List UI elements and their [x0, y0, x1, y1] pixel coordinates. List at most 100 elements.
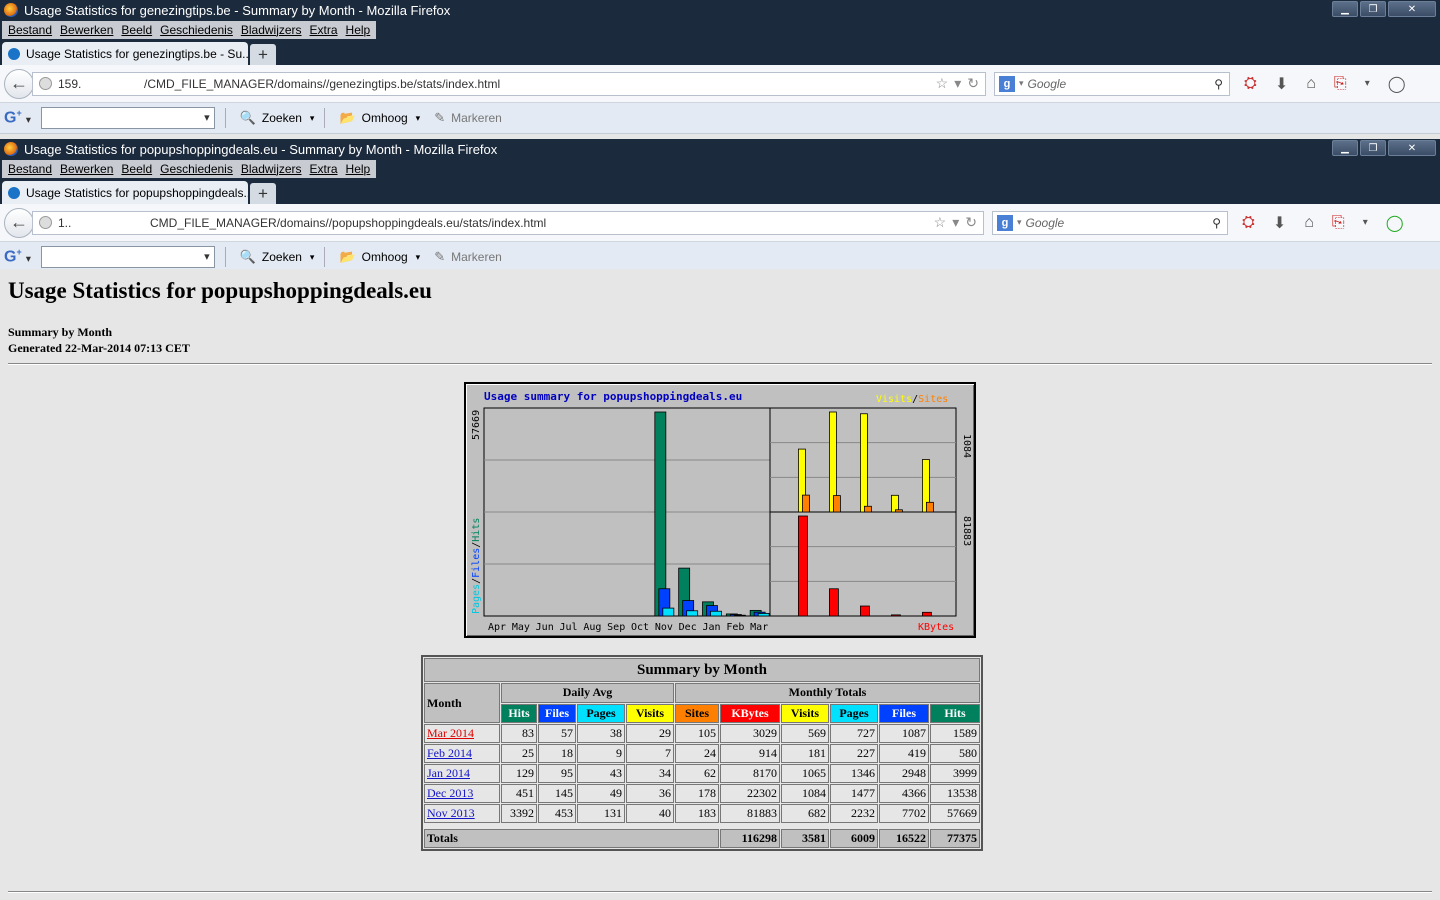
profile-icon[interactable]: ⛭: [1242, 214, 1255, 232]
restore-button[interactable]: ❐: [1360, 1, 1386, 17]
folder-up-icon: 📂: [339, 249, 356, 264]
pdf-icon[interactable]: ⎘: [1332, 214, 1345, 232]
new-tab-button[interactable]: +: [250, 183, 276, 204]
table-cell: 183: [675, 804, 719, 823]
search-input[interactable]: g ▾ Google ⚲: [994, 71, 1230, 96]
table-cell: 95: [538, 764, 576, 783]
pdf-icon[interactable]: ⎘: [1334, 75, 1347, 93]
bookmark-star-icon[interactable]: ☆: [936, 75, 949, 92]
menu-item-bewerken[interactable]: Bewerken: [56, 23, 117, 37]
menu-bar: Bestand Bewerken Beeld Geschiedenis Bladwijz…: [0, 159, 1440, 179]
close-button[interactable]: ✕: [1388, 140, 1436, 156]
table-cell: 29: [626, 724, 674, 743]
chevron-down-icon[interactable]: ▾: [1365, 78, 1370, 89]
reload-icon[interactable]: ↻: [967, 75, 979, 92]
x-tick-label: Sep: [607, 622, 625, 633]
search-icon[interactable]: ⚲: [1212, 216, 1221, 230]
search-placeholder: Google: [1027, 76, 1067, 91]
table-cell: 3029: [720, 724, 780, 743]
month-link[interactable]: Nov 2013: [427, 806, 475, 820]
window-title: Usage Statistics for genezingtips.be - S…: [24, 2, 451, 18]
table-cell: 7702: [879, 804, 929, 823]
mark-button[interactable]: ✎ Markeren: [434, 110, 502, 126]
menu-item-help[interactable]: Help: [342, 162, 375, 176]
menu-item-bewerken[interactable]: Bewerken: [56, 162, 117, 176]
google-search-combo[interactable]: [40, 107, 215, 129]
month-link[interactable]: Feb 2014: [427, 746, 472, 760]
menu-item-bladwijzers[interactable]: Bladwijzers: [237, 162, 306, 176]
back-button[interactable]: ←: [4, 207, 34, 238]
x-tick-label: Apr: [488, 622, 506, 633]
menu-item-bestand[interactable]: Bestand: [4, 23, 56, 37]
google-search-combo[interactable]: [40, 246, 215, 268]
new-tab-button[interactable]: +: [250, 44, 276, 65]
x-tick-label: Jan: [703, 622, 721, 633]
month-link[interactable]: Jan 2014: [427, 766, 470, 780]
table-cell: 453: [538, 804, 576, 823]
table-cell: 914: [720, 744, 780, 763]
search-button[interactable]: 🔍 Zoeken ▾: [240, 110, 315, 126]
tab-active[interactable]: Usage Statistics for genezingtips.be - S…: [2, 42, 248, 65]
google-plus-icon[interactable]: G+ ▾: [4, 108, 31, 127]
menu-item-beeld[interactable]: Beeld: [117, 23, 156, 37]
bar-sites: [894, 509, 903, 513]
url-bar[interactable]: 159. /CMD_FILE_MANAGER/domains//genezing…: [32, 71, 986, 96]
menu-item-geschiedenis[interactable]: Geschiedenis: [156, 23, 237, 37]
table-row: Jan 2014 129 95 43 34 62 8170 1065 1346 2948 3999: [424, 764, 980, 783]
table-cell: 2948: [879, 764, 929, 783]
close-button[interactable]: ✕: [1388, 1, 1436, 17]
menu-item-beeld[interactable]: Beeld: [117, 162, 156, 176]
profile-icon[interactable]: ⛭: [1244, 75, 1257, 93]
search-icon[interactable]: ⚲: [1214, 77, 1223, 91]
bar-sites: [863, 505, 872, 513]
search-placeholder: Google: [1025, 215, 1065, 230]
bookmark-star-icon[interactable]: ☆: [934, 214, 947, 231]
addon-icon[interactable]: ◯: [1386, 213, 1404, 233]
col-header-hits: Hits: [930, 703, 980, 723]
search-input[interactable]: g ▾ Google ⚲: [992, 210, 1228, 235]
table-cell: 1065: [781, 764, 829, 783]
table-cell: 569: [781, 724, 829, 743]
menu-item-help[interactable]: Help: [342, 23, 375, 37]
up-button[interactable]: 📂 Omhoog ▾: [339, 249, 420, 265]
dropdown-icon[interactable]: ▾: [952, 214, 959, 231]
month-link[interactable]: Mar 2014: [427, 726, 474, 740]
home-icon[interactable]: ⌂: [1304, 214, 1314, 232]
mark-button[interactable]: ✎ Markeren: [434, 249, 502, 265]
addon-icon[interactable]: ◯: [1388, 74, 1406, 94]
table-cell: 40: [626, 804, 674, 823]
download-icon[interactable]: ⬇: [1273, 213, 1286, 233]
table-cell: 36: [626, 784, 674, 803]
table-cell: 13538: [930, 784, 980, 803]
home-icon[interactable]: ⌂: [1306, 75, 1316, 93]
menu-item-bestand[interactable]: Bestand: [4, 162, 56, 176]
menu-item-extra[interactable]: Extra: [306, 23, 342, 37]
back-button[interactable]: ←: [4, 68, 34, 99]
url-bar[interactable]: 1.. CMD_FILE_MANAGER/domains//popupshopp…: [32, 210, 984, 235]
menu-item-extra[interactable]: Extra: [306, 162, 342, 176]
bar-pages-jan: [710, 610, 722, 617]
table-cell: 1589: [930, 724, 980, 743]
search-button[interactable]: 🔍 Zoeken ▾: [240, 249, 315, 265]
col-header-sites: Sites: [675, 703, 719, 723]
url-host: 1..: [58, 215, 72, 230]
menu-item-bladwijzers[interactable]: Bladwijzers: [237, 23, 306, 37]
menu-item-geschiedenis[interactable]: Geschiedenis: [156, 162, 237, 176]
tab-active[interactable]: Usage Statistics for popupshoppingdeals.…: [2, 181, 248, 204]
minimize-button[interactable]: ▁: [1332, 140, 1358, 156]
minimize-button[interactable]: ▁: [1332, 1, 1358, 17]
table-row: Nov 2013 3392 453 131 40 183 81883 682 2232 7702 5…: [424, 804, 980, 823]
download-icon[interactable]: ⬇: [1275, 74, 1288, 94]
firefox-window-back: Usage Statistics for genezingtips.be - S…: [0, 0, 1440, 134]
nav-bar: ← 159. /CMD_FILE_MANAGER/domains//genezi…: [0, 65, 1440, 103]
reload-icon[interactable]: ↻: [965, 214, 977, 231]
url-host: 159.: [58, 76, 82, 91]
up-button[interactable]: 📂 Omhoog ▾: [339, 110, 420, 126]
restore-button[interactable]: ❐: [1360, 140, 1386, 156]
url-path: CMD_FILE_MANAGER/domains//popupshoppingd…: [150, 215, 547, 230]
summary-table-wrapper: Summary by Month Month Daily Avg Monthly…: [421, 655, 983, 851]
chevron-down-icon[interactable]: ▾: [1363, 217, 1368, 228]
google-plus-icon[interactable]: G+ ▾: [4, 247, 31, 266]
month-link[interactable]: Dec 2013: [427, 786, 473, 800]
dropdown-icon[interactable]: ▾: [954, 75, 961, 92]
